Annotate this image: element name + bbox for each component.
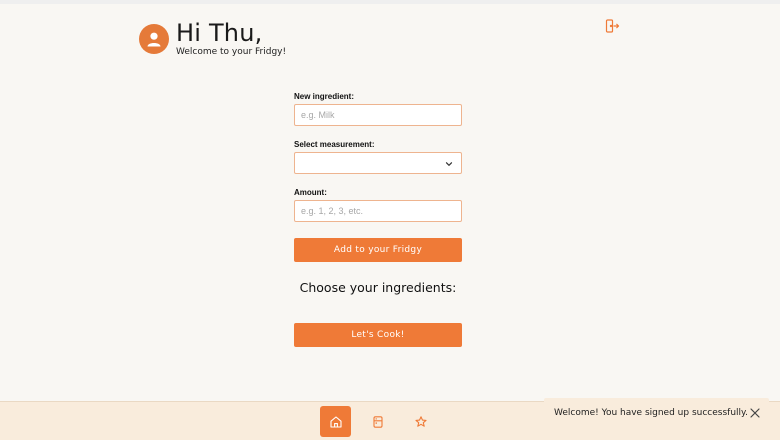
toast-notification: Welcome! You have signed up successfully… — [544, 398, 769, 428]
nav-favorites[interactable] — [405, 406, 436, 437]
amount-input[interactable] — [294, 200, 462, 222]
nav-fridge[interactable] — [362, 406, 393, 437]
ingredient-input[interactable] — [294, 104, 462, 126]
add-to-fridgy-button[interactable]: Add to your Fridgy — [294, 238, 462, 262]
logout-button[interactable] — [604, 18, 620, 34]
measurement-selected-value — [295, 158, 301, 168]
user-icon — [147, 32, 161, 47]
star-icon — [414, 415, 427, 427]
avatar[interactable] — [139, 24, 169, 54]
close-icon[interactable] — [749, 407, 761, 419]
measurement-select[interactable] — [294, 152, 462, 174]
nav-home[interactable] — [320, 406, 351, 437]
top-strip — [0, 0, 780, 4]
add-ingredient-form: New ingredient: Select measurement: Amou… — [294, 92, 462, 262]
toast-message: Welcome! You have signed up successfully… — [554, 408, 748, 418]
amount-label: Amount: — [294, 188, 327, 197]
ingredient-label: New ingredient: — [294, 92, 355, 101]
chevron-down-icon — [445, 162, 453, 166]
lets-cook-button[interactable]: Let's Cook! — [294, 323, 462, 347]
logout-icon — [605, 19, 620, 33]
home-icon — [329, 415, 342, 428]
welcome-subtitle: Welcome to your Fridgy! — [176, 47, 287, 57]
measurement-label: Select measurement: — [294, 140, 375, 149]
fridge-icon — [372, 415, 383, 428]
choose-ingredients-heading: Choose your ingredients: — [299, 280, 457, 295]
greeting-title: Hi Thu, — [176, 19, 263, 47]
